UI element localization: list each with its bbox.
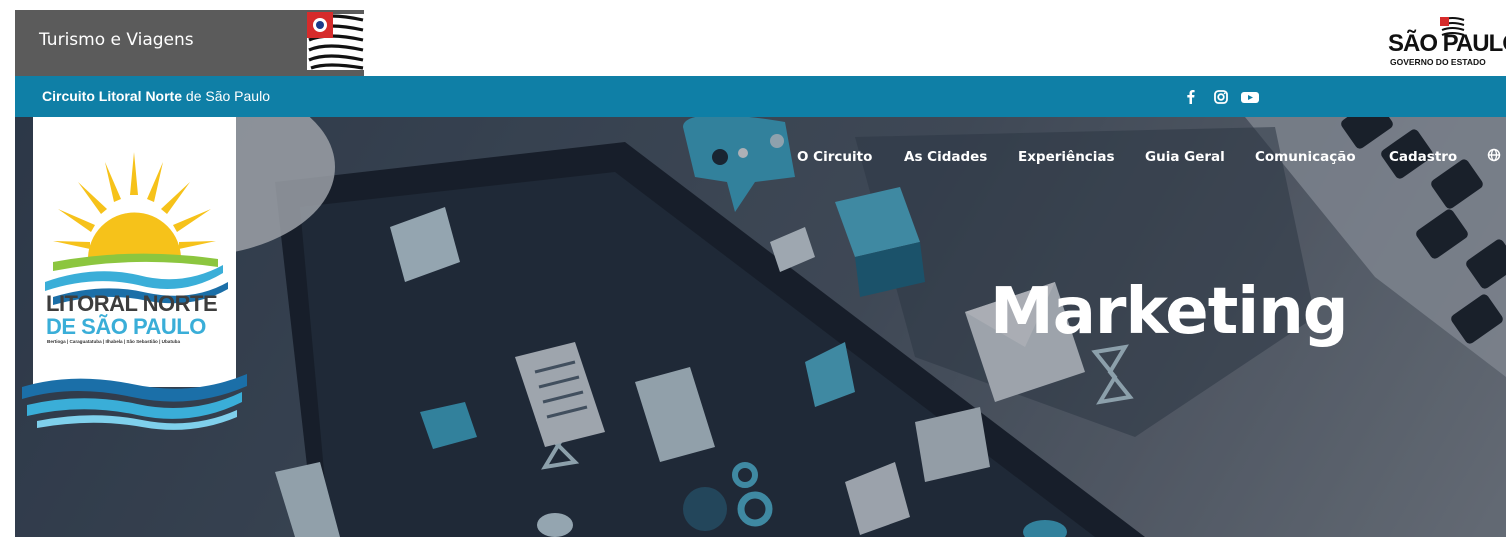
circuit-label[interactable]: Circuito Litoral Norte de São Paulo [42, 88, 270, 104]
globe-icon[interactable] [1487, 148, 1501, 166]
circuit-bar: Circuito Litoral Norte de São Paulo [15, 76, 1506, 117]
nav-comunicacao[interactable]: Comunicação [1255, 149, 1356, 165]
facebook-icon[interactable] [1181, 87, 1201, 107]
logo-text-line2: DE SÃO PAULO [46, 314, 206, 339]
youtube-icon[interactable] [1239, 87, 1259, 107]
nav-experiencias[interactable]: Experiências [1018, 149, 1115, 165]
sun-wave-logo-icon [45, 152, 228, 305]
circuit-label-rest: de São Paulo [182, 88, 270, 104]
sp-logo-main-text: SÃO PAULO [1388, 30, 1506, 57]
logo-text-line3: Bertioga | Caraguatatuba | Ilhabela | Sã… [47, 339, 181, 344]
sao-paulo-government-logo[interactable]: SÃO PAULO GOVERNO DO ESTADO [1388, 16, 1506, 68]
litoral-norte-logo[interactable] [33, 117, 236, 387]
sp-logo-sub-text: GOVERNO DO ESTADO [1390, 57, 1486, 67]
top-header: Turismo e Viagens SÃO PAULO GOVERNO DO E [0, 0, 1506, 76]
nav-as-cidades[interactable]: As Cidades [904, 149, 987, 165]
sao-paulo-flag-icon [307, 12, 365, 70]
hero-banner: Marketing O Circuito As Cidades Experiên… [15, 117, 1506, 537]
instagram-icon[interactable] [1211, 87, 1231, 107]
nav-cadastro[interactable]: Cadastro [1389, 149, 1457, 165]
logo-waves-icon [22, 374, 247, 430]
circuit-label-bold: Circuito Litoral Norte [42, 88, 183, 104]
gov-title[interactable]: Turismo e Viagens [39, 30, 194, 50]
page-title: Marketing [990, 275, 1349, 349]
nav-guia-geral[interactable]: Guia Geral [1145, 149, 1225, 165]
nav-o-circuito[interactable]: O Circuito [797, 149, 872, 165]
government-bar: Turismo e Viagens [15, 10, 365, 76]
